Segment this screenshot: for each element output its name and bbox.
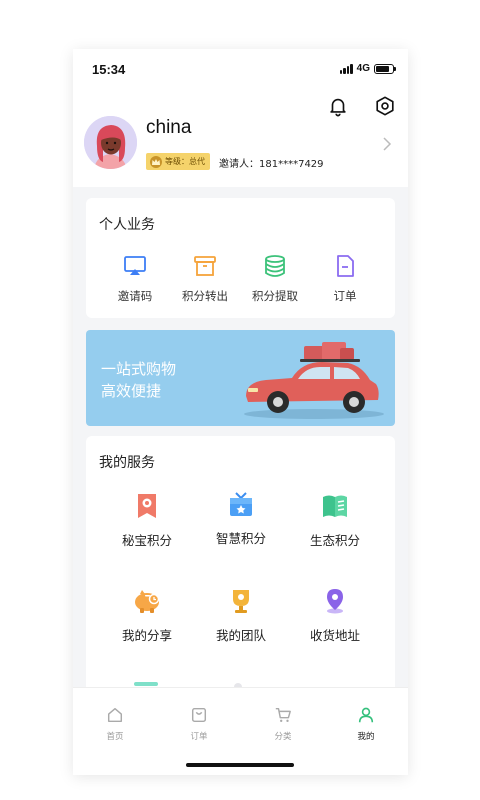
tab-mine-label: 我的 bbox=[357, 732, 375, 742]
my-team-label: 我的团队 bbox=[215, 628, 266, 643]
trophy-icon bbox=[233, 590, 249, 613]
shipping-address-label: 收货地址 bbox=[309, 628, 360, 643]
avatar[interactable] bbox=[84, 116, 137, 169]
more-services-peek bbox=[134, 682, 158, 686]
points-transfer-label: 积分转出 bbox=[182, 289, 228, 303]
my-services-card: 我的服务 秘宝积分 智慧积分 生态积分 我的分享 我的团队 收货地址 bbox=[86, 436, 395, 706]
tab-home-label: 首页 bbox=[106, 732, 124, 742]
orders-button[interactable]: 订单 bbox=[310, 254, 380, 304]
smart-points-label: 智慧积分 bbox=[215, 531, 266, 546]
smart-points-button[interactable]: 智慧积分 bbox=[196, 490, 286, 547]
personal-business-title: 个人业务 bbox=[99, 217, 155, 233]
screencast-icon bbox=[124, 256, 146, 275]
banner-subline: 高效便捷 bbox=[101, 382, 162, 400]
bag-icon bbox=[191, 707, 207, 723]
home-icon bbox=[107, 707, 123, 723]
my-team-button[interactable]: 我的团队 bbox=[196, 587, 286, 644]
level-badge: 等级：总代 bbox=[146, 153, 210, 170]
tab-orders-label: 订单 bbox=[190, 732, 208, 742]
shipping-address-button[interactable]: 收货地址 bbox=[290, 587, 380, 644]
my-share-button[interactable]: 我的分享 bbox=[102, 587, 192, 644]
avatar-illustration bbox=[84, 116, 137, 169]
status-time: 15:34 bbox=[92, 62, 126, 77]
tab-categories[interactable]: 分类 bbox=[253, 706, 313, 742]
crown-icon bbox=[150, 155, 162, 168]
points-transfer-button[interactable]: 积分转出 bbox=[170, 254, 240, 304]
invite-code-button[interactable]: 邀请码 bbox=[100, 254, 170, 304]
treasure-points-button[interactable]: 秘宝积分 bbox=[102, 492, 192, 549]
signal-icon bbox=[339, 63, 353, 74]
network-type: 4G bbox=[356, 63, 370, 74]
tab-categories-label: 分类 bbox=[274, 732, 292, 742]
level-badge-text: 等级：总代 bbox=[165, 157, 205, 166]
book-icon bbox=[323, 495, 347, 517]
chevron-right-icon[interactable] bbox=[382, 137, 392, 151]
personal-business-card: 个人业务 邀请码 积分转出 积分提取 订单 bbox=[86, 198, 395, 318]
promo-banner[interactable]: 一站式购物 高效便捷 bbox=[86, 330, 395, 426]
battery-level bbox=[376, 65, 389, 72]
banner-headline: 一站式购物 bbox=[101, 360, 177, 378]
tab-mine[interactable]: 我的 bbox=[336, 706, 396, 742]
document-icon bbox=[337, 255, 354, 277]
tab-home[interactable]: 首页 bbox=[85, 706, 145, 742]
inviter-info: 邀请人：181****7429 bbox=[219, 159, 324, 170]
cart-icon bbox=[275, 707, 291, 723]
car-illustration bbox=[244, 342, 384, 419]
my-share-label: 我的分享 bbox=[121, 628, 172, 643]
points-withdraw-label: 积分提取 bbox=[252, 289, 298, 303]
profile-header: china 等级：总代 邀请人：181****7429 bbox=[73, 89, 408, 187]
orders-label: 订单 bbox=[333, 289, 357, 303]
treasure-points-label: 秘宝积分 bbox=[121, 533, 172, 548]
phone-screen: 15:34 4G china 等级：总代 邀请人：181****7429 个人业… bbox=[73, 49, 408, 775]
bell-icon[interactable] bbox=[327, 95, 349, 117]
location-pin-icon bbox=[327, 589, 343, 614]
tab-orders[interactable]: 订单 bbox=[169, 706, 229, 742]
my-services-title: 我的服务 bbox=[99, 455, 155, 471]
piggy-bank-icon bbox=[135, 590, 160, 613]
status-indicators: 4G bbox=[339, 63, 396, 74]
user-icon bbox=[358, 707, 374, 723]
bookmark-icon bbox=[138, 494, 156, 518]
gift-tv-icon bbox=[230, 492, 252, 516]
points-withdraw-button[interactable]: 积分提取 bbox=[240, 254, 310, 304]
tab-bar: 首页 订单 分类 我的 bbox=[73, 687, 408, 775]
database-icon bbox=[265, 255, 285, 277]
home-indicator bbox=[186, 763, 294, 767]
settings-icon[interactable] bbox=[374, 95, 396, 117]
eco-points-label: 生态积分 bbox=[309, 533, 360, 548]
battery-icon bbox=[374, 63, 396, 74]
invite-code-label: 邀请码 bbox=[117, 289, 153, 303]
username: china bbox=[146, 117, 192, 138]
eco-points-button[interactable]: 生态积分 bbox=[290, 492, 380, 549]
status-bar: 15:34 4G bbox=[73, 49, 408, 89]
box-icon bbox=[194, 256, 216, 276]
